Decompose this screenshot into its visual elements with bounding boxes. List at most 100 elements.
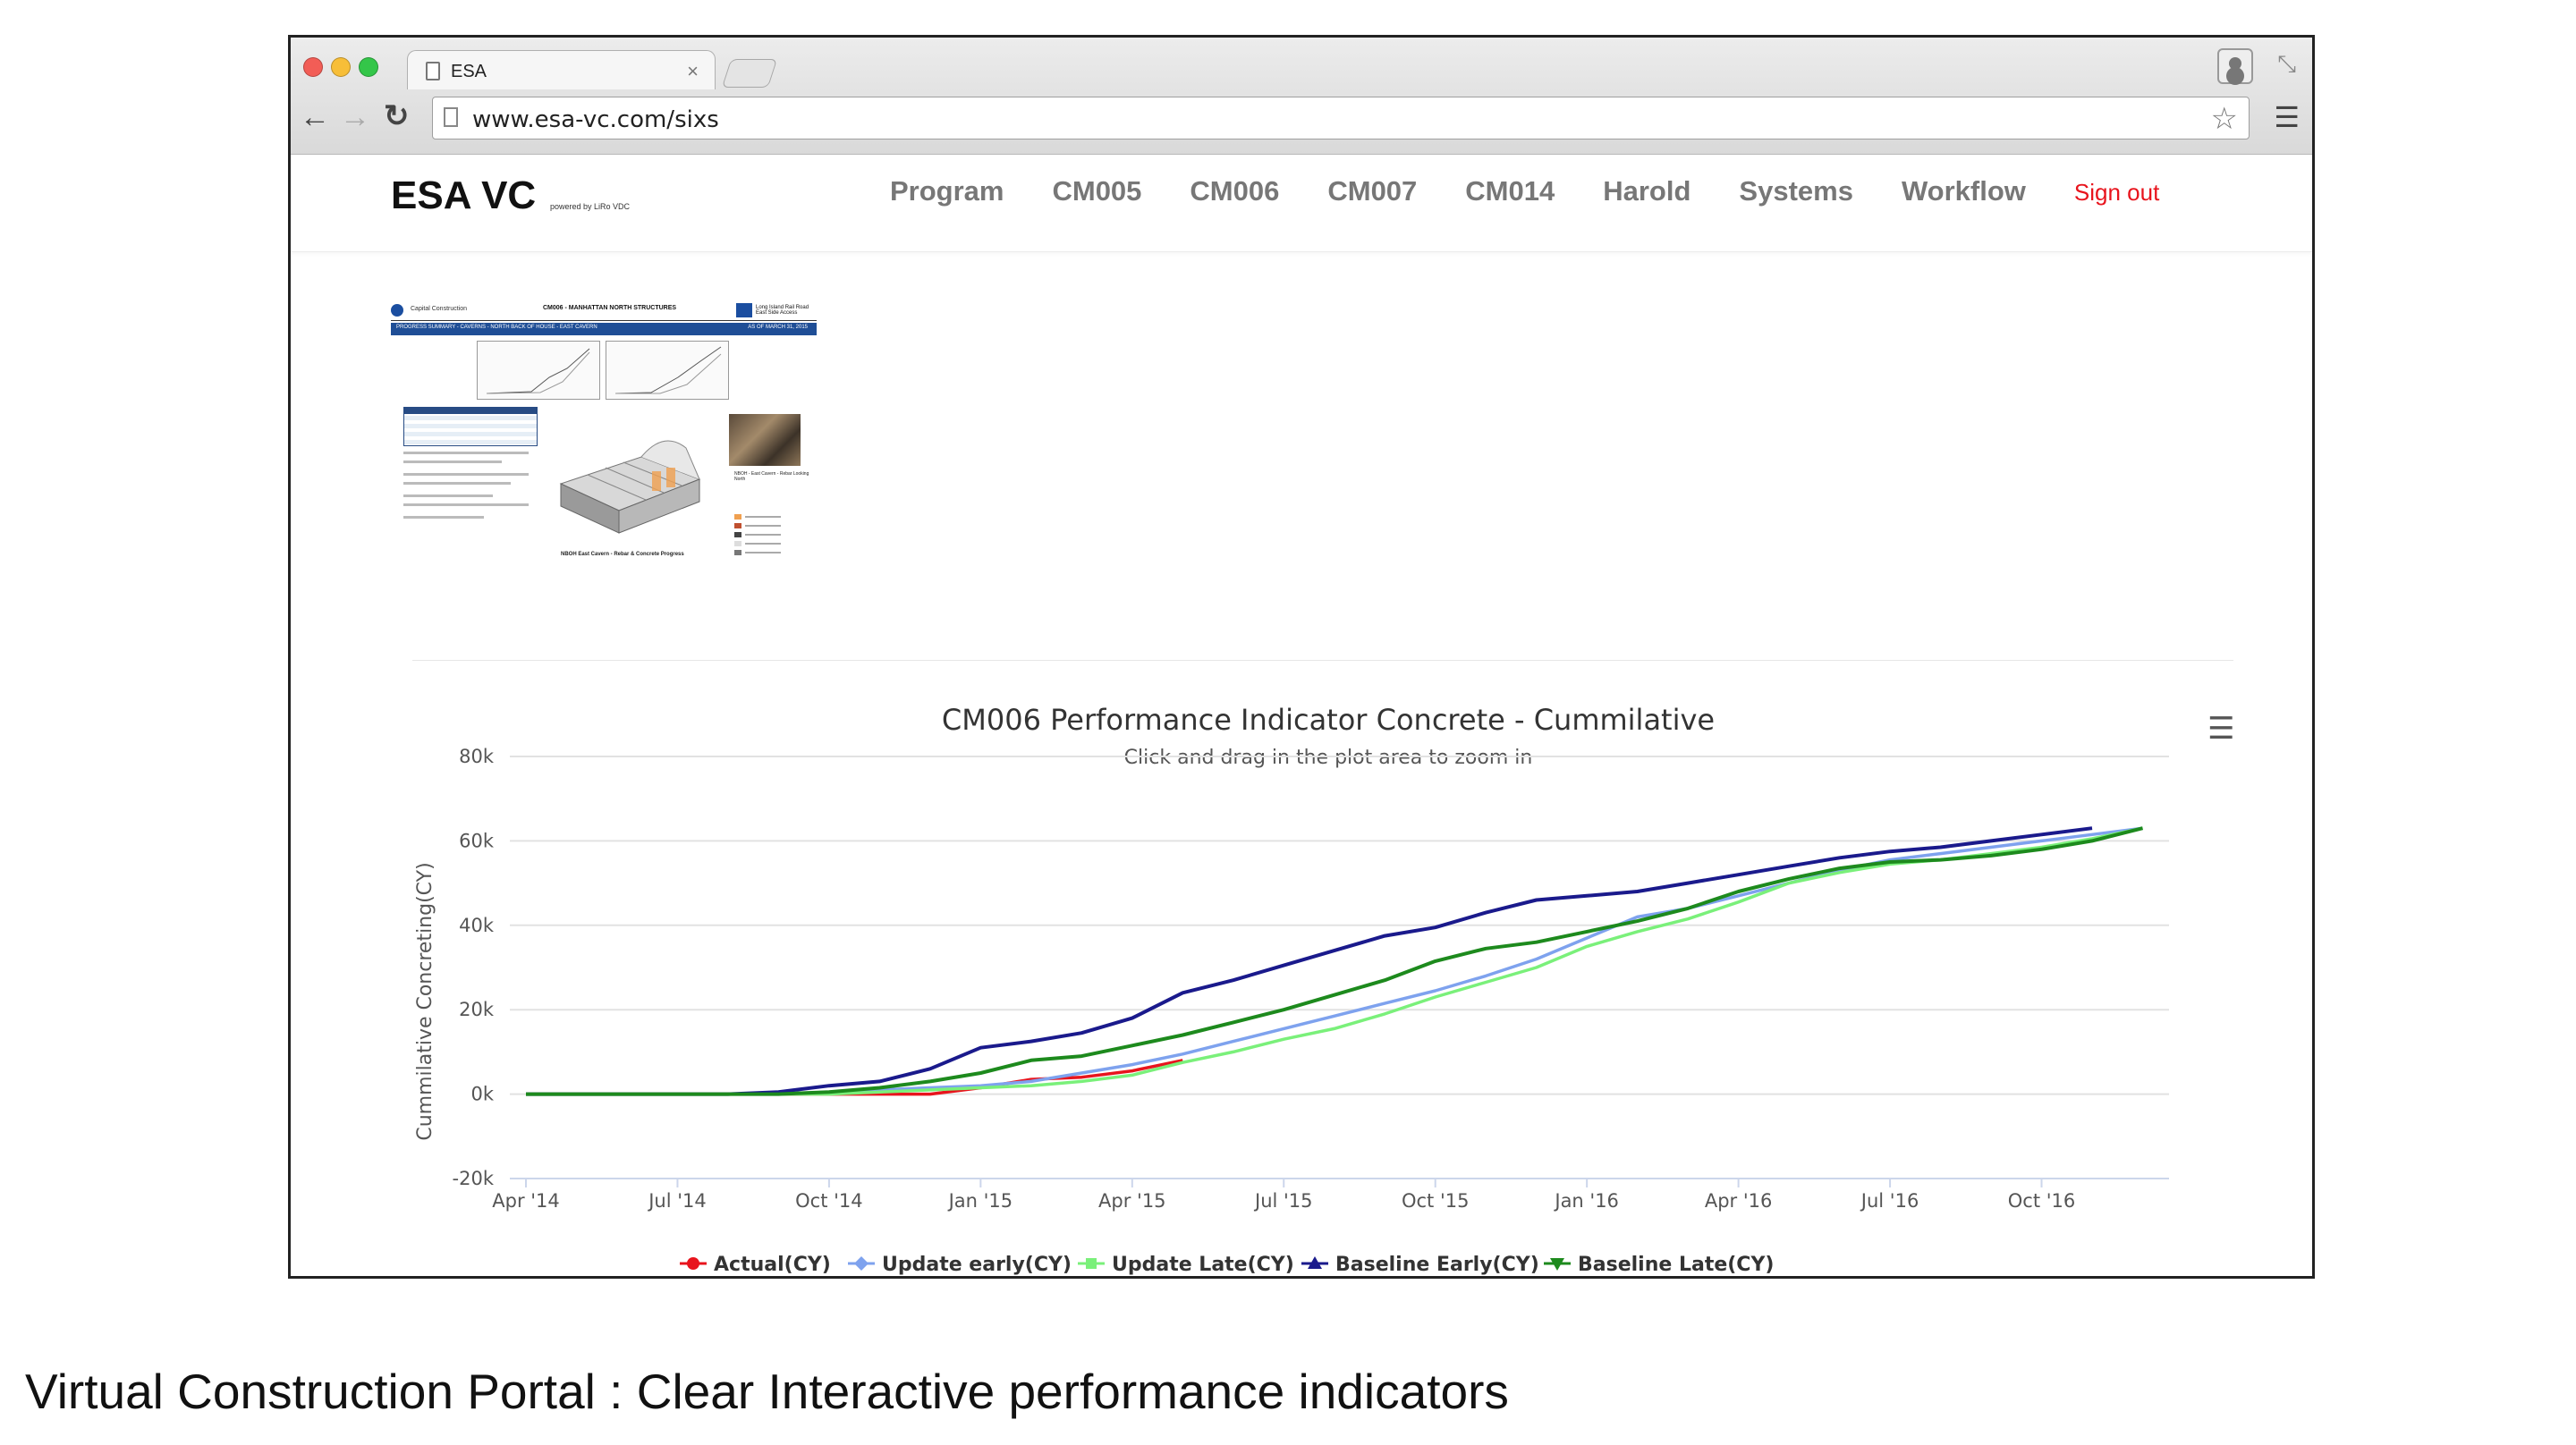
thumbnail-header: Capital Construction CM006 - MANHATTAN N… <box>391 301 817 321</box>
y-tick-label: -20k <box>453 1168 495 1189</box>
thumbnail-text-line <box>403 516 484 519</box>
legend-marker <box>854 1256 869 1271</box>
tab-close-icon[interactable]: × <box>687 60 699 83</box>
thumbnail-mini-chart <box>477 341 600 400</box>
profile-icon[interactable] <box>2217 48 2253 84</box>
mta-logo-icon <box>391 304 403 317</box>
y-tick-label: 0k <box>470 1084 494 1105</box>
forward-arrow-icon[interactable]: → <box>340 100 370 135</box>
thumbnail-org: Capital Construction <box>411 306 468 312</box>
thumbnail-mini-chart <box>606 341 729 400</box>
chart-title: CM006 Performance Indicator Concrete - C… <box>942 703 1715 737</box>
page-icon <box>444 107 458 127</box>
window-maximize-button[interactable] <box>359 57 378 77</box>
brand-logo[interactable]: ESA VC <box>391 173 536 218</box>
thumbnail-legend-text <box>745 543 781 545</box>
thumbnail-legend-text <box>745 534 781 536</box>
x-tick-label: Apr '15 <box>1098 1190 1166 1212</box>
thumbnail-text-line <box>403 473 529 476</box>
hamburger-menu-icon[interactable]: ☰ <box>2274 100 2300 134</box>
nav-cm014[interactable]: CM014 <box>1465 175 1555 207</box>
thumbnail-caption: NBOH East Cavern - Rebar & Concrete Prog… <box>561 552 684 557</box>
thumbnail-3d-model <box>559 440 701 534</box>
x-tick-label: Jul '14 <box>647 1190 707 1212</box>
lirr-logo-icon <box>736 303 752 317</box>
legend-label[interactable]: Baseline Early(CY) <box>1335 1254 1539 1276</box>
site-navbar: ESA VC powered by LiRo VDC Program CM005… <box>291 156 2312 252</box>
window-close-button[interactable] <box>303 57 323 77</box>
thumbnail-legend-swatch <box>734 550 741 555</box>
chart-context-menu-icon[interactable]: ☰ <box>2207 714 2234 744</box>
x-tick-label: Oct '15 <box>1402 1190 1469 1212</box>
page-icon <box>426 62 440 80</box>
thumbnail-legend-swatch <box>734 532 741 537</box>
progress-summary-thumbnail[interactable]: Capital Construction CM006 - MANHATTAN N… <box>391 301 817 561</box>
x-tick-label: Jul '15 <box>1253 1190 1313 1212</box>
nav-cm006[interactable]: CM006 <box>1190 175 1279 207</box>
slide-caption: Virtual Construction Portal : Clear Inte… <box>25 1364 1509 1419</box>
x-tick-label: Oct '14 <box>795 1190 862 1212</box>
nav-workflow[interactable]: Workflow <box>1902 175 2026 207</box>
sign-out-link[interactable]: Sign out <box>2074 179 2159 207</box>
x-tick-label: Jan '16 <box>1553 1190 1619 1212</box>
thumbnail-legend-text <box>745 525 781 527</box>
series-line-update-early-cy <box>526 826 2143 1096</box>
bookmark-star-icon[interactable]: ☆ <box>2211 101 2238 137</box>
chart-svg[interactable]: CM006 Performance Indicator Concrete - C… <box>398 674 2258 1279</box>
thumbnail-text-line <box>403 494 493 497</box>
thumbnail-photo <box>729 414 801 466</box>
thumbnail-table <box>403 407 538 446</box>
nav-cm007[interactable]: CM007 <box>1327 175 1417 207</box>
thumbnail-photo-caption: NBOH - East Cavern - Rebar Looking North <box>734 471 809 482</box>
thumbnail-bar: PROGRESS SUMMARY - CAVERNS - NORTH BACK … <box>391 323 817 335</box>
performance-chart[interactable]: CM006 Performance Indicator Concrete - C… <box>398 674 2258 1279</box>
nav-menu: Program CM005 CM006 CM007 CM014 Harold S… <box>890 175 2207 207</box>
browser-tab[interactable]: ESA × <box>407 50 716 89</box>
thumbnail-legend-text <box>745 552 781 553</box>
y-axis-label: Cummilative Concreting(CY) <box>414 862 436 1140</box>
brand-subtitle: powered by LiRo VDC <box>550 202 631 211</box>
reload-icon[interactable]: ↻ <box>384 98 410 134</box>
legend-marker <box>687 1257 699 1270</box>
y-tick-label: 20k <box>459 999 495 1020</box>
window-minimize-button[interactable] <box>331 57 351 77</box>
thumbnail-text-line <box>403 461 502 463</box>
x-tick-label: Jan '15 <box>947 1190 1013 1212</box>
chart-subtitle: Click and drag in the plot area to zoom … <box>1124 747 1533 769</box>
x-tick-label: Apr '16 <box>1705 1190 1773 1212</box>
legend-label[interactable]: Update early(CY) <box>882 1254 1072 1276</box>
series-line-baseline-late-cy <box>526 826 2143 1096</box>
address-bar[interactable]: www.esa-vc.com/sixs ☆ <box>432 97 2250 139</box>
thumbnail-bar-right: AS OF MARCH 31, 2015 <box>748 325 808 330</box>
legend-label[interactable]: Update Late(CY) <box>1112 1254 1294 1276</box>
back-arrow-icon[interactable]: ← <box>300 100 330 135</box>
fullscreen-icon[interactable]: ⤡ <box>2277 50 2296 79</box>
thumbnail-text-line <box>403 482 511 485</box>
thumbnail-legend-text <box>745 516 781 518</box>
thumbnail-legend-swatch <box>734 541 741 546</box>
browser-toolbar: ESA × ⤡ ← → ↻ www.esa-vc.com/sixs ☆ ☰ <box>291 38 2312 155</box>
y-tick-label: 60k <box>459 830 495 851</box>
nav-systems[interactable]: Systems <box>1739 175 1853 207</box>
url-text[interactable]: www.esa-vc.com/sixs <box>472 106 719 133</box>
nav-program[interactable]: Program <box>890 175 1004 207</box>
thumbnail-title: CM006 - MANHATTAN NORTH STRUCTURES <box>543 305 677 311</box>
thumbnail-right-title: Long Island Rail Road East Side Access <box>756 305 809 316</box>
legend-marker <box>1086 1258 1097 1269</box>
nav-cm005[interactable]: CM005 <box>1052 175 1141 207</box>
legend-label[interactable]: Baseline Late(CY) <box>1578 1254 1774 1276</box>
nav-harold[interactable]: Harold <box>1603 175 1690 207</box>
thumbnail-bar-left: PROGRESS SUMMARY - CAVERNS - NORTH BACK … <box>396 325 597 330</box>
thumbnail-text-line <box>403 452 529 454</box>
x-tick-label: Oct '16 <box>2008 1190 2075 1212</box>
tab-title: ESA <box>451 62 487 81</box>
legend-label[interactable]: Actual(CY) <box>714 1254 831 1276</box>
new-tab-button[interactable] <box>721 59 778 88</box>
y-tick-label: 40k <box>459 915 495 936</box>
x-tick-label: Jul '16 <box>1860 1190 1919 1212</box>
section-divider <box>412 660 2233 661</box>
web-page: ESA VC powered by LiRo VDC Program CM005… <box>291 156 2312 1279</box>
y-tick-label: 80k <box>459 746 495 767</box>
thumbnail-legend-swatch <box>734 523 741 528</box>
thumbnail-legend-swatch <box>734 514 741 520</box>
